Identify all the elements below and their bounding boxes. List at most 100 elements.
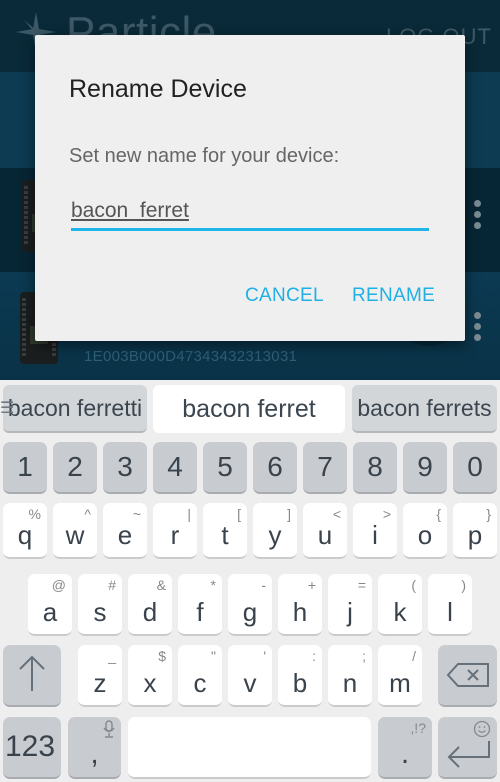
key-c[interactable]: c " <box>178 645 222 707</box>
key-alt-label: = <box>357 577 366 593</box>
key-7[interactable]: 7 <box>303 442 347 494</box>
key-v[interactable]: v ' <box>228 645 272 707</box>
key-alt-label: > <box>382 506 391 522</box>
key-t[interactable]: t[ <box>203 503 247 559</box>
key-label: k <box>393 597 407 627</box>
key-l[interactable]: l) <box>428 574 472 636</box>
emoji-icon <box>473 720 491 741</box>
key-alt-label: < <box>332 506 341 522</box>
key-alt-label: - <box>261 577 266 593</box>
key-label: 9 <box>417 451 433 482</box>
shift-arrow-icon <box>19 655 45 691</box>
key-d[interactable]: d & <box>128 574 172 636</box>
key-label: a <box>42 597 58 627</box>
key-3[interactable]: 3 <box>103 442 147 494</box>
key-alt-label: / <box>412 648 416 664</box>
key-alt-label: ^ <box>84 506 91 522</box>
key-alt-label: % <box>28 506 41 522</box>
key-label: b <box>292 668 308 698</box>
key-k[interactable]: k( <box>378 574 422 636</box>
key-label: r <box>170 520 180 550</box>
key-alt-label: @ <box>51 577 66 593</box>
backspace-key[interactable] <box>438 645 497 707</box>
suggestion-item[interactable]: bacon ferretti <box>3 385 147 433</box>
key-label: z <box>93 668 107 698</box>
comma-key[interactable]: , <box>68 717 121 779</box>
key-label: y <box>268 520 282 550</box>
key-6[interactable]: 6 <box>253 442 297 494</box>
key-q[interactable]: q% <box>3 503 47 559</box>
microphone-icon <box>103 720 115 741</box>
suggestion-item[interactable]: bacon ferrets <box>352 385 497 433</box>
key-alt-label: _ <box>108 648 116 664</box>
rename-button[interactable]: RENAME <box>352 285 435 307</box>
key-x[interactable]: x $ <box>128 645 172 707</box>
key-alt-label: + <box>307 577 316 593</box>
key-f[interactable]: f * <box>178 574 222 636</box>
dialog-title: Rename Device <box>69 75 247 103</box>
key-label: 6 <box>267 451 283 482</box>
key-j[interactable]: j = <box>328 574 372 636</box>
key-2[interactable]: 2 <box>53 442 97 494</box>
key-y[interactable]: y] <box>253 503 297 559</box>
key-9[interactable]: 9 <box>403 442 447 494</box>
symbols-key[interactable]: 123 <box>3 717 61 779</box>
dialog-message: Set new name for your device: <box>69 145 340 167</box>
key-i[interactable]: i > <box>353 503 397 559</box>
key-alt-label: { <box>436 506 441 522</box>
cancel-button[interactable]: CANCEL <box>245 285 324 307</box>
key-label: 4 <box>167 451 183 482</box>
key-p[interactable]: p} <box>453 503 497 559</box>
key-label: m <box>389 668 411 698</box>
key-alt-label: | <box>187 506 191 522</box>
key-5[interactable]: 5 <box>203 442 247 494</box>
key-1[interactable]: 1 <box>3 442 47 494</box>
suggestion-strip: bacon ferretti ☰ bacon ferret bacon ferr… <box>0 380 500 436</box>
key-8[interactable]: 8 <box>353 442 397 494</box>
key-label: s <box>93 597 107 627</box>
key-b[interactable]: b: <box>278 645 322 707</box>
enter-key[interactable] <box>438 717 497 779</box>
key-4[interactable]: 4 <box>153 442 197 494</box>
key-alt-label: ] <box>287 506 291 522</box>
key-z[interactable]: z _ <box>78 645 122 707</box>
key-w[interactable]: w ^ <box>53 503 97 559</box>
more-options-icon[interactable] <box>474 312 482 345</box>
shift-key[interactable] <box>3 645 61 707</box>
key-o[interactable]: o{ <box>403 503 447 559</box>
key-label: , <box>90 737 99 770</box>
key-u[interactable]: u < <box>303 503 347 559</box>
key-h[interactable]: h + <box>278 574 322 636</box>
key-alt-label: ,!? <box>410 720 426 736</box>
key-s[interactable]: s # <box>78 574 122 636</box>
key-label: 2 <box>67 451 83 482</box>
key-n[interactable]: n; <box>328 645 372 707</box>
key-label: . <box>400 737 410 770</box>
device-id: 1E003B000D47343432313031 <box>84 348 298 365</box>
key-a[interactable]: a @ <box>28 574 72 636</box>
key-alt-label: : <box>312 648 316 664</box>
key-label: t <box>221 520 229 550</box>
key-r[interactable]: r | <box>153 503 197 559</box>
key-label: 123 <box>5 730 56 763</box>
enter-arrow-icon <box>447 741 490 768</box>
key-alt-label: # <box>108 577 116 593</box>
key-m[interactable]: m / <box>378 645 422 707</box>
key-alt-label: ~ <box>132 506 141 522</box>
key-label: 1 <box>17 451 33 482</box>
suggestion-item-primary[interactable]: bacon ferret <box>153 385 345 433</box>
key-g[interactable]: g- <box>228 574 272 636</box>
space-bar[interactable] <box>128 717 371 779</box>
key-alt-label: ' <box>263 648 266 664</box>
key-0[interactable]: 0 <box>453 442 497 494</box>
device-name-input[interactable] <box>71 195 429 231</box>
key-label: e <box>117 520 133 550</box>
period-key[interactable]: .,!? <box>378 717 432 779</box>
key-alt-label: " <box>211 648 216 664</box>
more-options-icon[interactable] <box>474 200 482 233</box>
menu-icon[interactable]: ☰ <box>0 398 14 418</box>
key-label: w <box>65 520 85 550</box>
key-label: 8 <box>367 451 383 482</box>
key-alt-label: ( <box>411 577 416 593</box>
key-e[interactable]: e ~ <box>103 503 147 559</box>
